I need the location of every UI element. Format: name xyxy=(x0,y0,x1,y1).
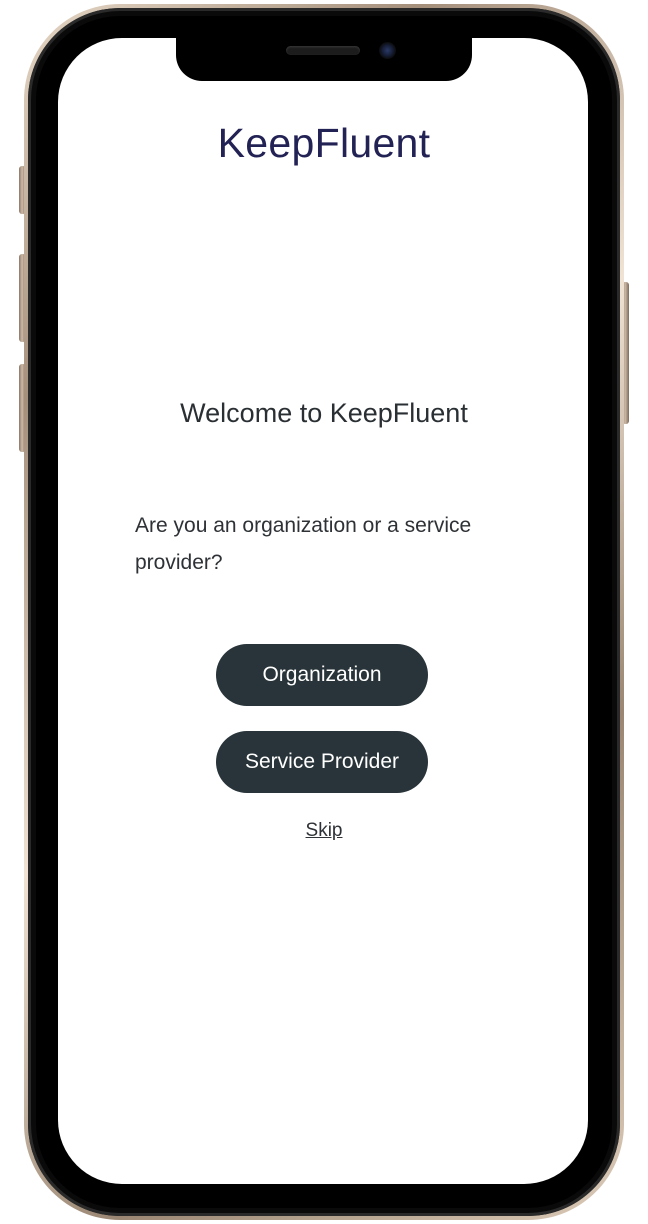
service-provider-button[interactable]: Service Provider xyxy=(216,731,428,793)
skip-link[interactable]: Skip xyxy=(0,820,648,842)
earpiece-speaker xyxy=(286,46,360,55)
notch xyxy=(176,38,472,81)
organization-button[interactable]: Organization xyxy=(216,644,428,706)
app-screen xyxy=(58,38,588,1184)
device-mockup: KeepFluent Welcome to KeepFluent Are you… xyxy=(0,0,648,1224)
welcome-heading: Welcome to KeepFluent xyxy=(180,398,468,428)
app-brand-title: KeepFluent xyxy=(217,120,431,166)
front-camera-icon xyxy=(379,42,396,59)
account-type-question: Are you an organization or a service pro… xyxy=(135,514,472,574)
